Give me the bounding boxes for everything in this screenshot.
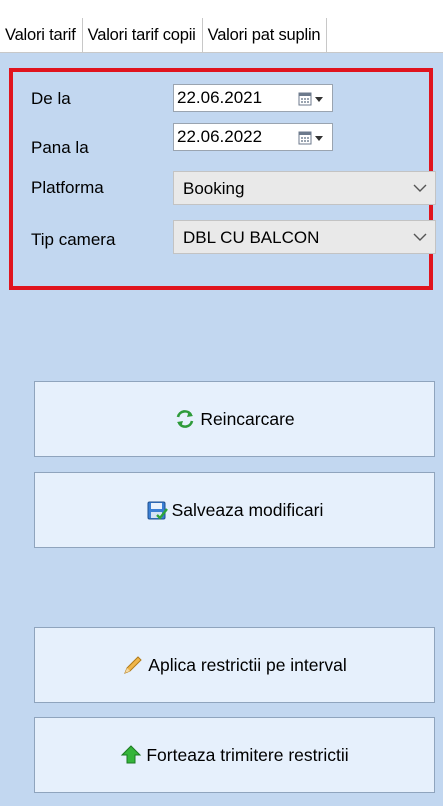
platform-label: Platforma <box>31 178 104 197</box>
tab-valori-pat-suplimentar[interactable]: Valori pat suplin <box>203 18 328 52</box>
refresh-arrows-icon <box>177 410 194 428</box>
calendar-dropdown-icon[interactable] <box>298 92 326 106</box>
green-up-arrow-icon <box>121 745 142 764</box>
chevron-down-icon <box>413 233 427 241</box>
room-type-select-value: DBL CU BALCON <box>183 228 320 247</box>
to-date-picker[interactable]: 22.06.2022 <box>173 123 333 151</box>
save-changes-button-label: Salveaza modificari <box>171 499 324 520</box>
platform-select-value: Booking <box>183 179 245 198</box>
to-date-label: Pana la <box>31 138 89 157</box>
tab-valori-tarif-copii[interactable]: Valori tarif copii <box>83 18 203 52</box>
force-send-restrictions-button-label: Forteaza trimitere restrictii <box>146 744 349 765</box>
save-changes-button[interactable]: Salveaza modificari <box>34 472 435 548</box>
save-disk-icon <box>147 501 168 520</box>
tab-bar: Valori tarif Valori tarif copii Valori p… <box>0 18 443 53</box>
tab-valori-tarif[interactable]: Valori tarif <box>0 18 83 52</box>
window-top-strip <box>0 0 443 18</box>
apply-restrictions-button-label: Aplica restrictii pe interval <box>148 654 347 675</box>
apply-restrictions-button[interactable]: Aplica restrictii pe interval <box>34 627 435 703</box>
to-date-value: 22.06.2022 <box>177 127 263 146</box>
reload-button-label: Reincarcare <box>200 408 295 429</box>
pencil-icon <box>124 656 143 674</box>
chevron-down-icon <box>413 184 427 192</box>
room-type-select[interactable]: DBL CU BALCON <box>173 220 436 254</box>
force-send-restrictions-button[interactable]: Forteaza trimitere restrictii <box>34 717 435 793</box>
from-date-label: De la <box>31 89 71 108</box>
from-date-value: 22.06.2021 <box>177 88 263 107</box>
platform-select[interactable]: Booking <box>173 171 436 205</box>
reload-button[interactable]: Reincarcare <box>34 381 435 457</box>
calendar-dropdown-icon[interactable] <box>298 131 326 145</box>
from-date-picker[interactable]: 22.06.2021 <box>173 84 333 112</box>
room-type-label: Tip camera <box>31 230 116 249</box>
